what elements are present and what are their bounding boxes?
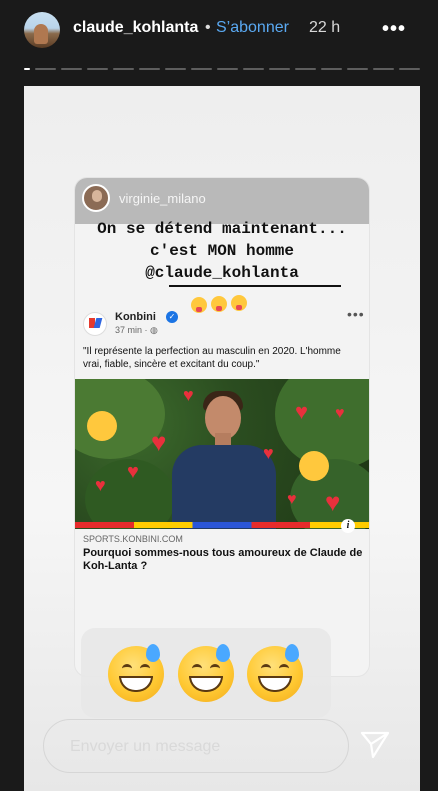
winking-tongue-icon — [211, 296, 227, 312]
heart-icon: ♥ — [263, 443, 274, 463]
progress-segment — [165, 68, 186, 70]
verified-badge-icon: ✓ — [166, 311, 178, 323]
repost-username: virginie_milano — [119, 191, 206, 206]
mention-underline — [169, 285, 341, 287]
story-header: claude_kohlanta • S’abonner 22 h ••• — [0, 0, 438, 62]
progress-segment — [347, 68, 368, 70]
emoji-eye — [261, 664, 271, 673]
heart-eyes-emoji-icon — [87, 411, 117, 441]
post-quote: "Il représente la perfection au masculin… — [83, 346, 341, 370]
winking-tongue-emoji-group — [190, 294, 250, 321]
repost-avatar — [82, 184, 110, 212]
progress-segment — [113, 68, 134, 70]
progress-segment — [217, 68, 238, 70]
progress-segment — [321, 68, 342, 70]
message-placeholder: Envoyer un message — [70, 738, 221, 755]
emoji-eye — [210, 664, 220, 673]
emoji-mouth — [258, 676, 292, 692]
progress-segment — [24, 68, 30, 70]
story-progress-bar — [24, 68, 420, 72]
grinning-sweat-emoji[interactable] — [247, 644, 303, 702]
progress-segment — [139, 68, 160, 70]
sweat-drop-icon — [216, 644, 230, 662]
post-more-icon: ••• — [347, 306, 365, 322]
progress-segment — [295, 68, 316, 70]
emoji-eye — [140, 664, 150, 673]
story-caption: On se détend maintenant... c'est MON hom… — [97, 220, 347, 282]
heart-icon: ♥ — [295, 399, 309, 424]
progress-segment — [373, 68, 394, 70]
avatar[interactable] — [24, 12, 60, 48]
article-photo: ♥ ♥ ♥ ♥ ♥ ♥ ♥ ♥ ♥ — [75, 379, 369, 529]
progress-segment — [269, 68, 290, 70]
progress-segment — [191, 68, 212, 70]
emoji-mouth — [189, 676, 223, 692]
sweat-drop-icon — [146, 644, 160, 662]
reposted-story-card: virginie_milano On se détend maintenant.… — [75, 178, 369, 676]
heart-icon: ♥ — [325, 487, 341, 517]
progress-segment — [61, 68, 82, 70]
progress-segment — [35, 68, 56, 70]
heart-icon: ♥ — [95, 475, 106, 495]
message-input[interactable]: Envoyer un message — [43, 719, 349, 773]
separator-dot: • — [205, 19, 211, 36]
heart-eyes-emoji-icon — [299, 451, 329, 481]
emoji-mouth — [119, 676, 153, 692]
link-source: SPORTS.KONBINI.COM — [83, 534, 183, 544]
sweat-drop-icon — [285, 644, 299, 662]
winking-tongue-icon — [191, 297, 207, 313]
progress-segment — [243, 68, 264, 70]
info-icon: i — [341, 519, 355, 533]
subscribe-button[interactable]: S’abonner — [216, 19, 289, 37]
post-time: 37 min · — [115, 325, 151, 335]
grinning-sweat-emoji[interactable] — [178, 644, 234, 702]
emoji-eye — [192, 664, 202, 673]
emoji-eye — [279, 664, 289, 673]
post-meta: 37 min · ◍ — [115, 325, 158, 336]
link-title: Pourquoi sommes-nous tous amoureux de Cl… — [83, 547, 363, 572]
page-name: Konbini — [115, 311, 156, 323]
progress-segment — [87, 68, 108, 70]
emoji-eye — [122, 664, 132, 673]
timestamp: 22 h — [309, 19, 341, 36]
quick-reactions-panel — [81, 628, 331, 718]
progress-segment — [399, 68, 420, 70]
username[interactable]: claude_kohlanta — [73, 19, 198, 37]
winking-tongue-icon — [231, 295, 247, 311]
heart-icon: ♥ — [335, 405, 345, 422]
konbini-logo — [83, 312, 107, 336]
more-options-icon[interactable]: ••• — [382, 18, 406, 41]
konbini-stripe — [75, 522, 369, 528]
person-shirt — [172, 445, 276, 529]
globe-icon: ◍ — [150, 325, 158, 335]
heart-icon: ♥ — [183, 385, 194, 405]
grinning-sweat-emoji[interactable] — [108, 644, 164, 702]
story-content[interactable]: virginie_milano On se détend maintenant.… — [24, 86, 420, 791]
heart-icon: ♥ — [151, 427, 167, 457]
heart-icon: ♥ — [287, 491, 297, 508]
heart-icon: ♥ — [127, 461, 139, 483]
paper-plane-icon[interactable] — [358, 727, 392, 761]
